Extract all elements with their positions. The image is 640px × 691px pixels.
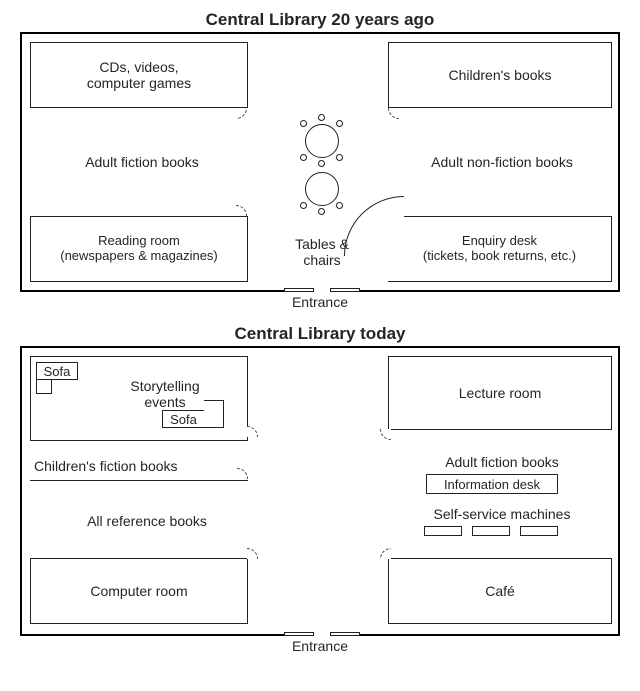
room-enquiry: Enquiry desk (tickets, book returns, etc… — [388, 216, 612, 282]
entrance-before-label: Entrance — [8, 294, 632, 310]
machine-icon — [520, 526, 558, 536]
table-icon — [305, 172, 339, 206]
sofa-1-label: Sofa — [44, 364, 71, 379]
room-reading: Reading room (newspapers & magazines) — [30, 216, 248, 282]
sofa-l-shape-icon — [204, 400, 224, 428]
table-icon — [305, 124, 339, 158]
lecture-label: Lecture room — [459, 385, 541, 401]
enquiry-label: Enquiry desk (tickets, book returns, etc… — [423, 234, 576, 264]
chair-icon — [300, 202, 307, 209]
information-desk: Information desk — [426, 474, 558, 494]
entrance-after-label: Entrance — [8, 638, 632, 654]
entrance-door-icon — [330, 632, 360, 636]
chair-icon — [300, 154, 307, 161]
storytelling-text: Storytelling events — [130, 378, 199, 410]
room-adult-nonfiction: Adult non-fiction books — [397, 154, 607, 170]
machine-icon — [472, 526, 510, 536]
adult-fiction-after-label: Adult fiction books — [402, 454, 602, 470]
adult-nonfiction-label: Adult non-fiction books — [431, 154, 573, 170]
chair-icon — [300, 120, 307, 127]
cafe-label: Café — [485, 583, 515, 599]
entrance-door-icon — [330, 288, 360, 292]
chair-icon — [336, 202, 343, 209]
room-children: Children's books — [388, 42, 612, 108]
room-cafe: Café — [388, 558, 612, 624]
self-service-text: Self-service machines — [434, 506, 571, 522]
plan-before-title: Central Library 20 years ago — [8, 10, 632, 30]
enquiry-top-line — [404, 216, 612, 217]
plan-after-title: Central Library today — [8, 324, 632, 344]
plan-before: CDs, videos, computer games Children's b… — [20, 32, 620, 292]
room-children-label: Children's books — [448, 67, 551, 83]
room-lecture: Lecture room — [388, 356, 612, 430]
children-fiction-text: Children's fiction books — [34, 458, 178, 474]
machine-icon — [424, 526, 462, 536]
computer-room-label: Computer room — [90, 583, 187, 599]
info-desk-label: Information desk — [444, 477, 540, 492]
all-reference-label: All reference books — [52, 513, 242, 529]
plan-after: Sofa Storytelling events Sofa Sofa Lectu… — [20, 346, 620, 636]
reading-label: Reading room (newspapers & magazines) — [60, 234, 218, 264]
chair-icon — [318, 160, 325, 167]
entrance-door-icon — [284, 288, 314, 292]
room-cds-label: CDs, videos, computer games — [87, 59, 191, 91]
sofa-2b-label: Sofa — [170, 412, 197, 427]
room-computer: Computer room — [30, 558, 248, 624]
chair-icon — [318, 114, 325, 121]
adult-fiction-label: Adult fiction books — [85, 154, 199, 170]
chair-icon — [336, 154, 343, 161]
all-reference-text: All reference books — [87, 513, 207, 529]
entrance-door-icon — [284, 632, 314, 636]
sofa-2b: Sofa — [162, 410, 204, 428]
room-cds: CDs, videos, computer games — [30, 42, 248, 108]
adult-fiction-after-text: Adult fiction books — [445, 454, 559, 470]
tables-text: Tables & chairs — [295, 236, 349, 268]
children-fiction-label: Children's fiction books — [34, 458, 244, 474]
chair-icon — [336, 120, 343, 127]
sofa-1: Sofa — [36, 362, 78, 380]
sofa-l-shape-icon — [36, 380, 52, 394]
self-service-label: Self-service machines — [402, 506, 602, 522]
chair-icon — [318, 208, 325, 215]
room-adult-fiction: Adult fiction books — [42, 154, 242, 170]
partition-line — [30, 480, 248, 481]
